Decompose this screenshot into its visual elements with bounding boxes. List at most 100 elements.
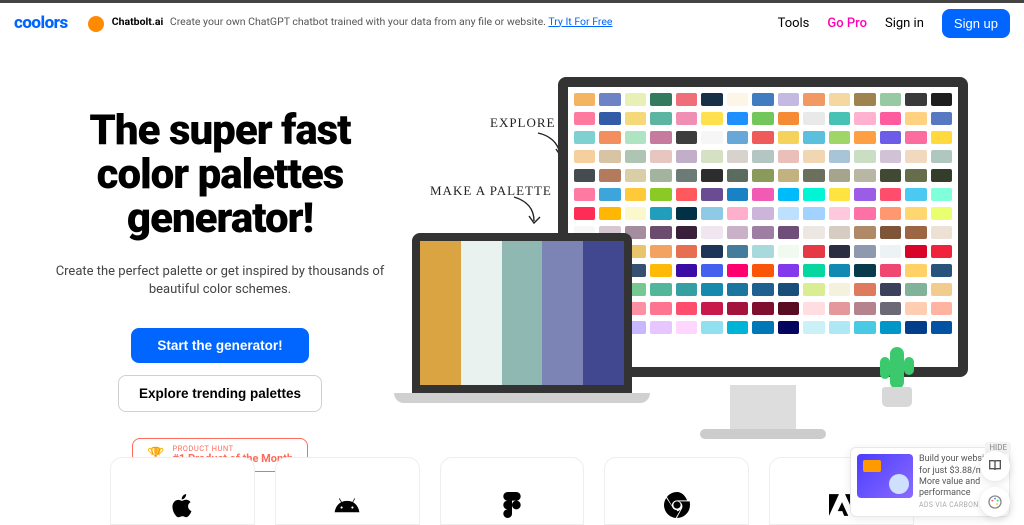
swatch: [676, 321, 697, 334]
promo-text: Create your own ChatGPT chatbot trained …: [170, 15, 546, 28]
swatch: [880, 169, 901, 182]
swatch: [931, 131, 952, 144]
swatch: [625, 188, 646, 201]
swatch: [752, 131, 773, 144]
swatch: [625, 112, 646, 125]
palette-row: [574, 169, 952, 182]
promo-brand: Chatbolt.ai: [112, 15, 164, 28]
swatch: [752, 207, 773, 220]
palette-icon: [987, 494, 1003, 510]
swatch: [854, 131, 875, 144]
swatch: [931, 207, 952, 220]
swatch: [599, 150, 620, 163]
swatch: [854, 264, 875, 277]
swatch: [905, 283, 926, 296]
swatch: [931, 93, 952, 106]
swatch: [676, 169, 697, 182]
swatch: [803, 302, 824, 315]
swatch: [701, 245, 722, 258]
swatch: [803, 150, 824, 163]
swatch: [854, 321, 875, 334]
swatch: [625, 169, 646, 182]
swatch: [880, 131, 901, 144]
start-generator-button[interactable]: Start the generator!: [131, 328, 308, 363]
swatch: [701, 131, 722, 144]
swatch: [931, 150, 952, 163]
swatch: [701, 150, 722, 163]
swatch: [803, 321, 824, 334]
platform-chrome[interactable]: [604, 457, 749, 525]
swatch: [752, 150, 773, 163]
swatch: [880, 150, 901, 163]
swatch: [650, 112, 671, 125]
swatch: [905, 112, 926, 125]
swatch: [574, 207, 595, 220]
swatch: [931, 245, 952, 258]
nav-gopro[interactable]: Go Pro: [827, 16, 867, 31]
swatch: [752, 283, 773, 296]
swatch: [905, 169, 926, 182]
swatch: [599, 207, 620, 220]
hero-title: The super fast color palettes generator!: [40, 109, 400, 241]
swatch: [676, 112, 697, 125]
swatch: [625, 207, 646, 220]
swatch: [905, 131, 926, 144]
help-button[interactable]: [980, 451, 1010, 481]
promo-link[interactable]: Try It For Free: [548, 15, 612, 28]
swatch: [880, 112, 901, 125]
swatch: [880, 245, 901, 258]
swatch: [727, 169, 748, 182]
swatch: [574, 131, 595, 144]
swatch: [829, 150, 850, 163]
nav-right: Tools Go Pro Sign in Sign up: [778, 9, 1010, 38]
swatch: [931, 302, 952, 315]
swatch: [752, 245, 773, 258]
nav-signin[interactable]: Sign in: [885, 16, 924, 31]
logo[interactable]: COOLORS: [14, 13, 68, 33]
promo-icon: [88, 16, 104, 32]
nav-tools[interactable]: Tools: [778, 16, 810, 31]
swatch: [880, 207, 901, 220]
hero-subtitle: Create the perfect palette or get inspir…: [40, 263, 400, 299]
platform-apple[interactable]: [110, 457, 255, 525]
swatch: [803, 264, 824, 277]
swatch: [803, 283, 824, 296]
swatch: [931, 264, 952, 277]
swatch: [676, 302, 697, 315]
top-bar: COOLORS Chatbolt.ai Create your own Chat…: [0, 3, 1024, 43]
arrow-icon: [512, 195, 542, 225]
swatch: [854, 93, 875, 106]
swatch: [905, 226, 926, 239]
laptop-stripe: [461, 241, 502, 385]
palette-fab[interactable]: [980, 487, 1010, 517]
swatch: [752, 264, 773, 277]
swatch: [727, 150, 748, 163]
explore-palettes-button[interactable]: Explore trending palettes: [118, 375, 322, 412]
swatch: [803, 169, 824, 182]
signup-button[interactable]: Sign up: [942, 9, 1010, 38]
platform-android[interactable]: [275, 457, 420, 525]
swatch: [676, 207, 697, 220]
swatch: [574, 150, 595, 163]
palette-row: [574, 131, 952, 144]
swatch: [650, 226, 671, 239]
swatch: [854, 302, 875, 315]
swatch: [778, 302, 799, 315]
swatch: [854, 283, 875, 296]
monitor-base: [700, 429, 826, 439]
platform-figma[interactable]: [440, 457, 585, 525]
swatch: [931, 188, 952, 201]
swatch: [574, 188, 595, 201]
swatch: [778, 245, 799, 258]
swatch: [778, 93, 799, 106]
swatch: [727, 131, 748, 144]
swatch: [854, 207, 875, 220]
laptop-stripe: [542, 241, 583, 385]
swatch: [880, 93, 901, 106]
swatch: [803, 93, 824, 106]
figma-icon: [499, 492, 525, 518]
palette-row: [574, 112, 952, 125]
swatch: [650, 150, 671, 163]
swatch: [676, 93, 697, 106]
swatch: [880, 264, 901, 277]
